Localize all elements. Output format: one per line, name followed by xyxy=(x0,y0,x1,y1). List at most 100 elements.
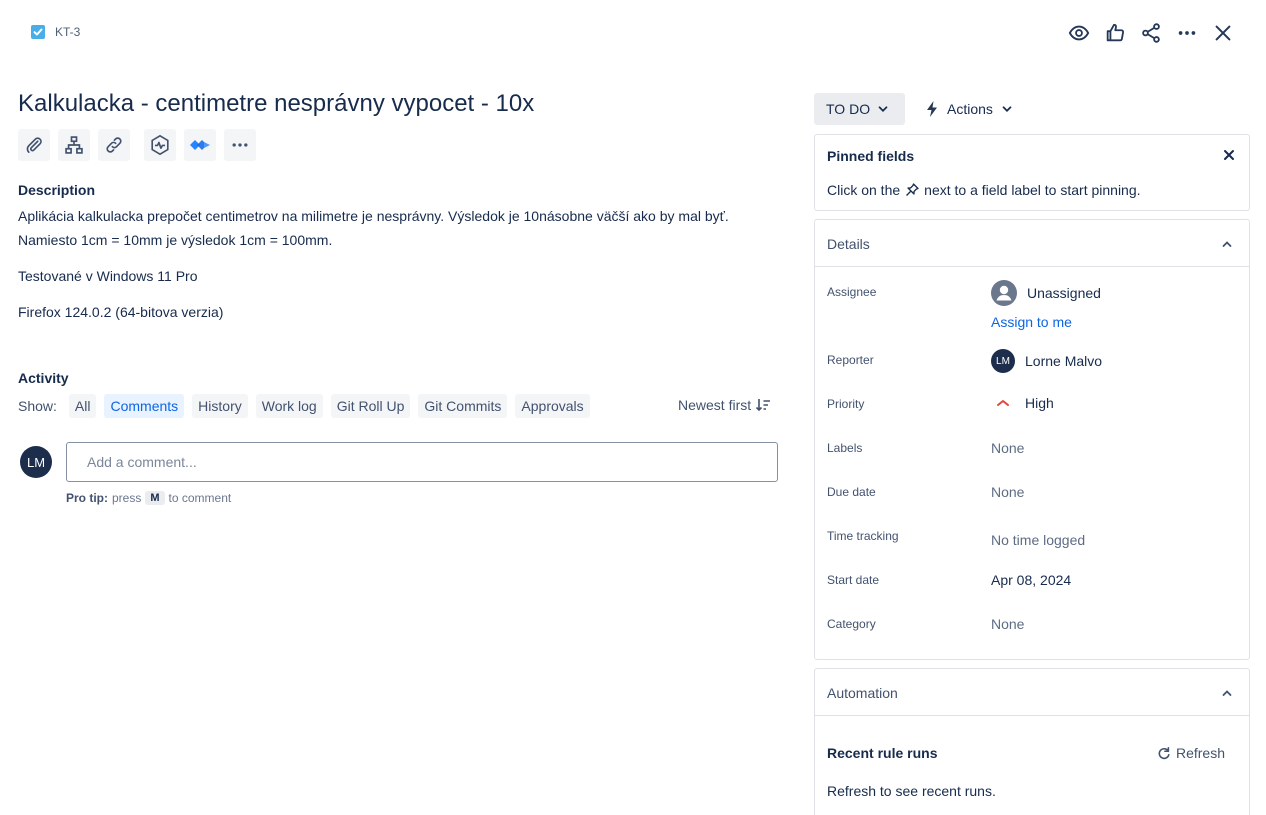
status-dropdown[interactable]: TO DO xyxy=(814,93,905,125)
assignee-label: Assignee xyxy=(827,285,877,299)
vote-button[interactable] xyxy=(1102,19,1128,47)
description-line[interactable]: Firefox 124.0.2 (64-bitova verzia) xyxy=(18,304,223,320)
actions-dropdown[interactable]: Actions xyxy=(924,93,1014,125)
assignee-value: Unassigned xyxy=(1027,285,1101,301)
recent-runs-hint: Refresh to see recent runs. xyxy=(827,783,996,799)
share-button[interactable] xyxy=(1138,19,1164,47)
close-icon xyxy=(1215,25,1231,41)
start-date-value[interactable]: Apr 08, 2024 xyxy=(991,572,1071,588)
sort-order-button[interactable]: Newest first xyxy=(678,397,771,413)
show-label: Show: xyxy=(18,398,57,414)
issue-key-breadcrumb[interactable]: KT-3 xyxy=(30,24,80,40)
pinned-fields-panel: Pinned fields Click on the next to a fie… xyxy=(814,134,1250,211)
priority-high-icon xyxy=(997,400,1009,406)
chevron-down-icon xyxy=(1002,106,1012,112)
filter-git-roll-up[interactable]: Git Roll Up xyxy=(330,394,411,418)
priority-label: Priority xyxy=(827,397,865,411)
pro-tip: Pro tip: press M to comment xyxy=(66,491,231,505)
status-label: TO DO xyxy=(826,101,871,117)
comment-input[interactable] xyxy=(66,442,778,482)
start-date-label: Start date xyxy=(827,573,880,587)
tempo-app-button[interactable] xyxy=(184,129,216,161)
description-heading: Description xyxy=(18,182,96,198)
thumbs-up-icon xyxy=(1106,23,1125,42)
due-date-label: Due date xyxy=(827,485,876,499)
issue-key[interactable]: KT-3 xyxy=(55,25,80,39)
refresh-label: Refresh xyxy=(1175,745,1225,761)
activity-heading: Activity xyxy=(18,370,69,386)
sort-descending-icon xyxy=(756,399,771,412)
labels-label: Labels xyxy=(827,441,863,455)
paperclip-icon xyxy=(26,137,42,153)
details-header[interactable]: Details xyxy=(815,220,1249,267)
reporter-label: Reporter xyxy=(827,353,874,367)
sort-order-label: Newest first xyxy=(678,397,752,413)
more-tools-button[interactable] xyxy=(224,129,256,161)
filter-work-log[interactable]: Work log xyxy=(255,394,323,418)
labels-value[interactable]: None xyxy=(991,440,1024,456)
chevron-down-icon xyxy=(878,106,888,112)
pin-icon xyxy=(906,183,919,196)
recent-rule-runs-title: Recent rule runs xyxy=(827,745,938,761)
refresh-icon xyxy=(1158,746,1170,760)
hierarchy-icon xyxy=(65,136,83,154)
details-panel: Details Assignee Unassigned Assign to me… xyxy=(814,219,1250,660)
lightning-icon xyxy=(927,101,937,117)
shortcut-key: M xyxy=(145,491,165,505)
description-line[interactable]: Testované v Windows 11 Pro xyxy=(18,268,198,284)
pinned-fields-title: Pinned fields xyxy=(827,148,915,164)
assign-to-me-link[interactable]: Assign to me xyxy=(991,314,1072,330)
hexagon-pulse-icon xyxy=(151,134,169,156)
category-value[interactable]: None xyxy=(991,616,1024,632)
priority-field[interactable]: High xyxy=(991,395,1054,411)
close-icon xyxy=(1224,150,1234,160)
chevron-up-icon[interactable] xyxy=(1221,238,1233,250)
actions-label: Actions xyxy=(947,101,993,117)
issue-header-actions xyxy=(1066,19,1236,47)
time-tracking-label: Time tracking xyxy=(827,529,899,543)
more-actions-button[interactable] xyxy=(1174,19,1200,47)
issue-title[interactable]: Kalkulacka - centimetre nesprávny vypoce… xyxy=(18,90,534,118)
user-avatar-icon xyxy=(991,280,1017,306)
pro-tip-prefix: Pro tip: xyxy=(66,491,108,505)
description-line[interactable]: Aplikácia kalkulacka prepočet centimetro… xyxy=(18,208,729,224)
share-icon xyxy=(1142,23,1160,43)
diamond-logo-icon xyxy=(190,140,210,150)
more-icon xyxy=(232,143,248,147)
pinned-close-button[interactable] xyxy=(1221,147,1237,163)
assignee-field[interactable]: Unassigned xyxy=(991,280,1101,306)
filter-history[interactable]: History xyxy=(192,394,248,418)
more-icon xyxy=(1178,31,1196,35)
refresh-button[interactable]: Refresh xyxy=(1157,745,1225,761)
watch-button[interactable] xyxy=(1066,19,1092,47)
attach-button[interactable] xyxy=(18,129,50,161)
details-title: Details xyxy=(827,236,870,252)
pinned-fields-hint: Click on the next to a field label to st… xyxy=(827,182,1141,198)
link-icon xyxy=(106,137,122,153)
chevron-up-icon[interactable] xyxy=(1221,687,1233,699)
filter-approvals[interactable]: Approvals xyxy=(515,394,590,418)
time-tracking-value[interactable]: No time logged xyxy=(991,532,1085,548)
automation-panel: Automation Recent rule runs Refresh Refr… xyxy=(814,668,1250,815)
activity-filter-row: Show: All Comments History Work log Git … xyxy=(18,394,590,418)
filter-all[interactable]: All xyxy=(68,394,97,418)
description-line[interactable]: Namiesto 1cm = 10mm je výsledok 1cm = 10… xyxy=(18,232,332,248)
avatar: LM xyxy=(991,349,1015,373)
close-button[interactable] xyxy=(1210,19,1236,47)
issue-toolbar xyxy=(18,129,256,161)
link-issue-button[interactable] xyxy=(98,129,130,161)
pro-tip-suffix: to comment xyxy=(168,491,232,505)
pinned-hint-before: Click on the xyxy=(827,182,901,198)
category-label: Category xyxy=(827,617,876,631)
due-date-value[interactable]: None xyxy=(991,484,1024,500)
automation-title: Automation xyxy=(827,685,898,701)
child-issue-button[interactable] xyxy=(58,129,90,161)
filter-git-commits[interactable]: Git Commits xyxy=(418,394,508,418)
priority-value: High xyxy=(1025,395,1054,411)
reporter-field[interactable]: LM Lorne Malvo xyxy=(991,349,1102,373)
task-type-icon xyxy=(31,25,45,39)
app-integration-button[interactable] xyxy=(144,129,176,161)
filter-comments[interactable]: Comments xyxy=(104,394,185,418)
automation-header[interactable]: Automation xyxy=(815,669,1249,716)
eye-icon xyxy=(1068,25,1090,41)
